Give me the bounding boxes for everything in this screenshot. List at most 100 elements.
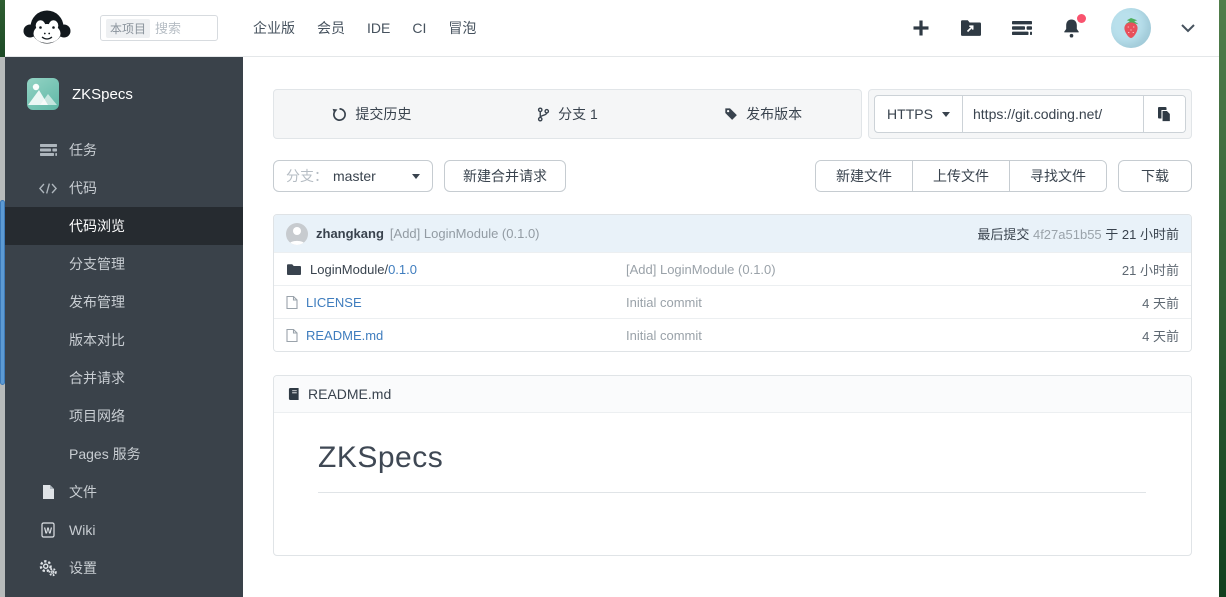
sidebar-item-label: 代码浏览 [69, 218, 125, 234]
new-file-button[interactable]: 新建文件 [816, 161, 913, 191]
nav-link-ide[interactable]: IDE [356, 20, 401, 36]
committer-name[interactable]: zhangkang [316, 226, 384, 241]
tag-icon [724, 107, 738, 121]
wiki-icon: W [38, 522, 58, 538]
sidebar-item-settings[interactable]: 设置 [5, 549, 243, 587]
readme-divider [318, 492, 1146, 493]
file-commit-time: 4 天前 [1142, 328, 1179, 344]
at-label: 于 [1105, 227, 1119, 242]
screen-edge-right [1219, 0, 1226, 597]
sidebar-item-pages[interactable]: Pages 服务 [5, 435, 243, 473]
copy-button[interactable] [1143, 96, 1185, 132]
folder-name[interactable]: LoginModule/ [310, 262, 388, 277]
tab-label: 提交历史 [355, 106, 412, 122]
file-commit-message: Initial commit [626, 327, 702, 343]
protocol-value: HTTPS [887, 106, 933, 122]
readme-card: README.md ZKSpecs [273, 375, 1192, 556]
tab-commit-history[interactable]: 提交历史 [274, 90, 470, 138]
sidebar-item-label: 版本对比 [69, 332, 125, 348]
project-header[interactable]: ZKSpecs [5, 57, 243, 110]
table-row[interactable]: LICENSE Initial commit 4 天前 [274, 285, 1191, 318]
navbar-right [912, 8, 1219, 48]
file-name-link[interactable]: LICENSE [306, 295, 362, 310]
file-name-link[interactable]: README.md [306, 328, 383, 343]
branch-select[interactable]: 分支： master [273, 160, 433, 192]
sidebar-item-tasks[interactable]: 任务 [5, 131, 243, 169]
tab-releases[interactable]: 发布版本 [665, 90, 861, 138]
last-commit-header: zhangkang [Add] LoginModule (0.1.0) 最后提交… [274, 215, 1191, 252]
coding-monkey-logo[interactable] [22, 6, 72, 50]
protocol-select[interactable]: HTTPS [875, 96, 963, 132]
find-file-button[interactable]: 寻找文件 [1010, 161, 1106, 191]
commit-meta: 最后提交 4f27a51b55 于 21 小时前 [977, 224, 1179, 243]
sidebar-menu: 任务 代码 代码浏览 分支管理 发布管理 版本对比 合并请求 项目网络 Page… [5, 131, 243, 587]
repo-tabs: 提交历史 分支 1 发布版本 [273, 89, 862, 139]
file-commit-message: [Add] LoginModule (0.1.0) [626, 261, 776, 277]
clone-url-group: HTTPS [874, 95, 1186, 133]
nav-link-ci[interactable]: CI [401, 20, 437, 36]
upload-file-button[interactable]: 上传文件 [913, 161, 1010, 191]
sidebar-item-label: Pages 服务 [69, 446, 141, 462]
commit-hash-link[interactable]: 4f27a51b55 [1033, 227, 1102, 242]
sidebar-item-network[interactable]: 项目网络 [5, 397, 243, 435]
branch-action-bar: 分支： master 新建合并请求 新建文件 上传文件 寻找文件 下载 [273, 160, 1192, 192]
folder-icon [286, 263, 302, 276]
sidebar-item-label: 分支管理 [69, 256, 125, 272]
settings-icon [38, 559, 58, 577]
folder-version-link[interactable]: 0.1.0 [388, 262, 417, 277]
project-avatar [27, 78, 59, 110]
plus-icon[interactable] [912, 19, 930, 37]
file-icon [286, 328, 298, 343]
tasks-icon[interactable] [1012, 20, 1032, 36]
user-avatar[interactable] [1111, 8, 1151, 48]
nav-link-member[interactable]: 会员 [306, 18, 356, 38]
sidebar-item-wiki[interactable]: W Wiki [5, 511, 243, 549]
readme-heading: ZKSpecs [318, 441, 444, 474]
caret-down-icon [941, 111, 950, 117]
branch-label: 分支： [286, 168, 328, 184]
commit-message: [Add] LoginModule (0.1.0) [389, 226, 540, 241]
sidebar-item-code-browse[interactable]: 代码浏览 [5, 207, 243, 245]
tab-branches[interactable]: 分支 1 [470, 90, 666, 138]
table-row[interactable]: README.md Initial commit 4 天前 [274, 318, 1191, 351]
committer-avatar[interactable] [286, 222, 308, 245]
nav-link-enterprise[interactable]: 企业版 [242, 18, 306, 38]
sidebar-item-label: 发布管理 [69, 294, 125, 310]
sidebar-item-label: 合并请求 [69, 370, 125, 386]
project-switcher-icon[interactable] [960, 19, 982, 37]
file-icon [286, 295, 298, 310]
sidebar-item-label: Wiki [69, 522, 96, 538]
readme-body: ZKSpecs [274, 441, 1191, 493]
sidebar-item-label: 设置 [69, 560, 97, 576]
readme-header: README.md [274, 376, 1191, 413]
sidebar-item-code[interactable]: 代码 [5, 169, 243, 207]
nav-link-maopao[interactable]: 冒泡 [437, 18, 487, 38]
chevron-down-icon[interactable] [1181, 23, 1195, 33]
sidebar-item-compare[interactable]: 版本对比 [5, 321, 243, 359]
file-action-buttons: 新建文件 上传文件 寻找文件 下载 [815, 160, 1192, 192]
new-merge-request-button[interactable]: 新建合并请求 [444, 160, 566, 192]
sidebar-item-merge-requests[interactable]: 合并请求 [5, 359, 243, 397]
branch-icon [537, 106, 550, 122]
sidebar-item-releases[interactable]: 发布管理 [5, 283, 243, 321]
file-commit-message: Initial commit [626, 294, 702, 310]
sidebar-item-label: 文件 [69, 484, 97, 500]
bell-icon[interactable] [1062, 14, 1086, 38]
table-row[interactable]: LoginModule/0.1.0 [Add] LoginModule (0.1… [274, 252, 1191, 285]
sidebar-item-branches[interactable]: 分支管理 [5, 245, 243, 283]
clone-url-input[interactable] [963, 96, 1143, 132]
sidebar-item-files[interactable]: 文件 [5, 473, 243, 511]
tasks-icon [38, 143, 58, 157]
clone-url-box: HTTPS [868, 89, 1192, 139]
sidebar-item-label: 代码 [69, 180, 97, 196]
project-name[interactable]: ZKSpecs [72, 86, 133, 103]
search-input[interactable] [155, 20, 214, 36]
svg-text:W: W [44, 526, 53, 536]
global-search: 本项目 [100, 15, 218, 41]
tab-label: 分支 1 [558, 106, 598, 122]
background-window-scrollbar [0, 200, 5, 385]
screen-edge-left [0, 0, 5, 597]
book-icon [288, 387, 300, 401]
sidebar-item-label: 项目网络 [69, 408, 125, 424]
download-button[interactable]: 下载 [1118, 160, 1192, 192]
